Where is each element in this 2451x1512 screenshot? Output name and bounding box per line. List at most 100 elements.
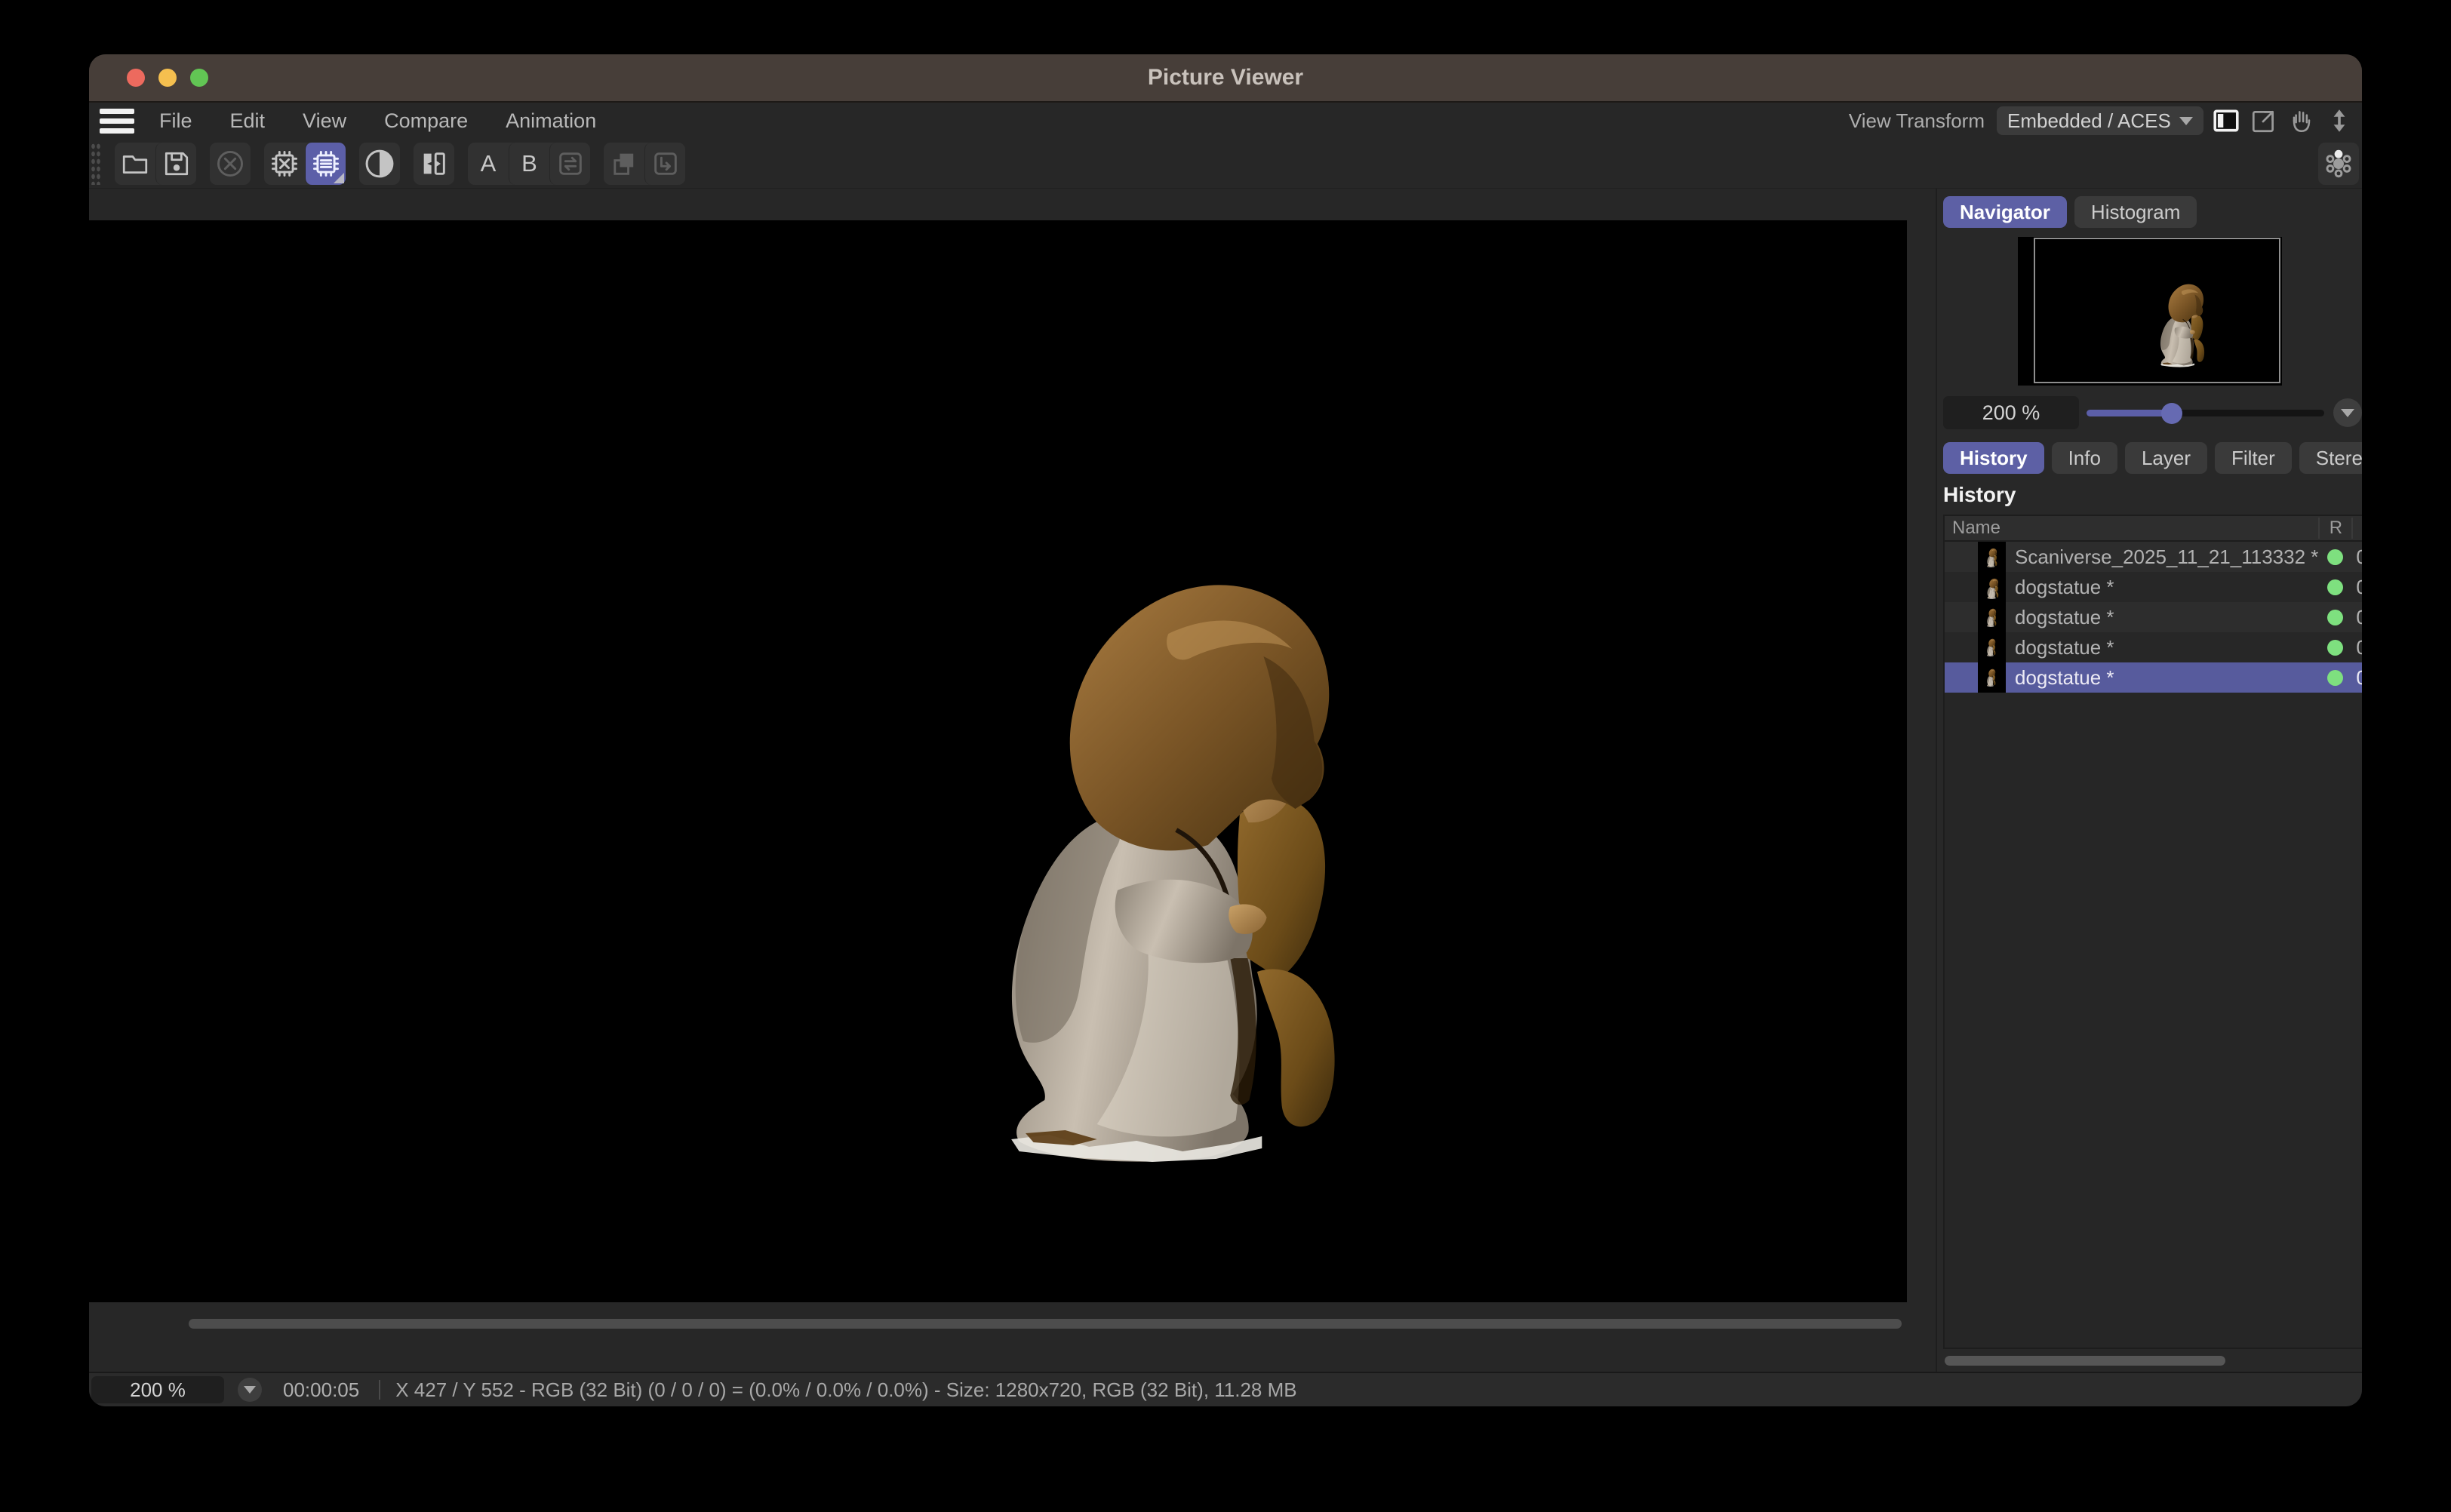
tab-layer[interactable]: Layer: [2125, 442, 2207, 474]
navigator-zoom-slider[interactable]: [2087, 396, 2324, 429]
copy-image-button[interactable]: [604, 143, 644, 185]
statusbar-zoom-field[interactable]: 200 %: [91, 1376, 224, 1403]
chevron-down-icon: [2179, 117, 2193, 125]
navigator-preview: [1943, 237, 2362, 388]
navigator-preview-bg: [2018, 237, 2282, 386]
history-row-render-time: 00:00: [2351, 666, 2362, 690]
tab-info[interactable]: Info: [2052, 442, 2117, 474]
titlebar: Picture Viewer: [89, 54, 2362, 103]
menu-bar: File Edit View Compare Animation View Tr…: [89, 103, 2362, 139]
ready-dot: [2318, 670, 2351, 686]
history-row-name: dogstatue *: [2006, 576, 2318, 599]
toolbar-grip-handle[interactable]: [91, 143, 101, 185]
maximize-window-button[interactable]: [190, 69, 208, 87]
pan-hand-icon[interactable]: [2286, 106, 2317, 136]
history-row-render-time: 00:00: [2351, 636, 2362, 659]
statue-image: [978, 566, 1351, 1169]
history-row-render-time: 00:00: [2351, 576, 2362, 599]
statue-thumbnail: [2156, 281, 2207, 368]
ready-dot: [2318, 549, 2351, 565]
history-row-thumbnail: [1978, 542, 2006, 572]
history-row[interactable]: dogstatue * 00:00: [1945, 632, 2362, 662]
right-panel: Navigator Histogram 200 % History: [1936, 189, 2362, 1372]
history-row-render-time: 00:00: [2351, 545, 2362, 569]
image-canvas[interactable]: [89, 220, 1907, 1302]
tab-navigator[interactable]: Navigator: [1943, 196, 2067, 228]
statusbar-zoom-dropdown-button[interactable]: [238, 1378, 262, 1402]
contrast-icon[interactable]: [359, 143, 400, 185]
menu-animation[interactable]: Animation: [493, 109, 609, 133]
ready-dot: [2318, 579, 2351, 595]
image-a-label: A: [481, 150, 497, 177]
tab-filter[interactable]: Filter: [2215, 442, 2292, 474]
navigator-preview-frame[interactable]: [2034, 238, 2280, 383]
statusbar-pixel-info: X 427 / Y 552 - RGB (32 Bit) (0 / 0 / 0)…: [395, 1378, 1296, 1402]
detach-window-icon[interactable]: [2249, 106, 2279, 136]
status-bar: 200 % 00:00:05 X 427 / Y 552 - RGB (32 B…: [89, 1372, 2362, 1406]
navigator-tabs: Navigator Histogram: [1943, 196, 2362, 228]
ram-player-button[interactable]: [305, 143, 346, 185]
panel-hscroll: [1943, 1349, 2362, 1372]
ready-dot: [2318, 610, 2351, 625]
menu-compare[interactable]: Compare: [371, 109, 481, 133]
hamburger-menu-icon[interactable]: [100, 109, 134, 134]
panel-tabs: History Info Layer Filter Stereo: [1943, 442, 2362, 474]
close-window-button[interactable]: [127, 69, 145, 87]
slider-handle[interactable]: [2161, 403, 2182, 424]
history-row[interactable]: dogstatue * 00:00: [1945, 602, 2362, 632]
cancel-render-button[interactable]: [210, 143, 251, 185]
toolbar: A B: [89, 139, 2362, 189]
history-row-selected[interactable]: dogstatue * 00:00: [1945, 662, 2362, 693]
history-row-name: dogstatue *: [2006, 606, 2318, 629]
navigator-zoom-field[interactable]: 200 %: [1943, 396, 2079, 429]
open-file-button[interactable]: [115, 143, 155, 185]
minimize-window-button[interactable]: [158, 69, 177, 87]
panel-toggle-icon[interactable]: [2211, 106, 2241, 136]
history-heading: History: [1943, 483, 2362, 507]
navigator-zoom-row: 200 %: [1943, 395, 2362, 430]
view-transform-value: Embedded / ACES 1: [2007, 109, 2173, 133]
fit-vertical-icon[interactable]: [2324, 106, 2354, 136]
history-row-thumbnail: [1978, 662, 2006, 693]
tab-histogram[interactable]: Histogram: [2074, 196, 2197, 228]
swap-ab-button[interactable]: [549, 143, 590, 185]
history-row-name: dogstatue *: [2006, 636, 2318, 659]
image-b-button[interactable]: B: [509, 143, 549, 185]
history-row-name: Scaniverse_2025_11_21_113332 *: [2006, 545, 2318, 569]
tab-stereo[interactable]: Stereo: [2299, 442, 2362, 474]
history-row-name: dogstatue *: [2006, 666, 2318, 690]
menu-edit[interactable]: Edit: [217, 109, 278, 133]
history-row-thumbnail: [1978, 632, 2006, 662]
history-row[interactable]: Scaniverse_2025_11_21_113332 * 00:00: [1945, 542, 2362, 572]
canvas-hscroll-thumb[interactable]: [189, 1319, 1902, 1329]
column-ready[interactable]: R: [2318, 518, 2351, 539]
history-row-thumbnail: [1978, 602, 2006, 632]
ready-dot: [2318, 640, 2351, 656]
history-row-thumbnail: [1978, 572, 2006, 602]
navigator-zoom-dropdown-button[interactable]: [2333, 398, 2362, 427]
picture-viewer-window: Picture Viewer File Edit View Compare An…: [89, 54, 2362, 1406]
save-file-button[interactable]: [155, 143, 196, 185]
canvas-hscroll: [89, 1302, 1936, 1372]
statusbar-separator: [379, 1380, 380, 1400]
image-a-button[interactable]: A: [468, 143, 509, 185]
traffic-lights: [127, 54, 208, 101]
clear-cache-icon[interactable]: [264, 143, 305, 185]
history-row[interactable]: dogstatue * 00:00: [1945, 572, 2362, 602]
export-image-button[interactable]: [644, 143, 685, 185]
view-transform-label: View Transform: [1849, 109, 1985, 133]
column-name[interactable]: Name: [1945, 518, 2318, 539]
render-settings-icon[interactable]: [2318, 143, 2359, 185]
image-b-label: B: [521, 150, 537, 177]
view-transform-dropdown[interactable]: Embedded / ACES 1: [1997, 106, 2203, 135]
canvas-area: [89, 189, 1936, 1372]
panel-hscroll-thumb[interactable]: [1945, 1356, 2225, 1366]
compare-ab-icon[interactable]: [414, 143, 454, 185]
corner-fold: [334, 173, 344, 183]
statusbar-time: 00:00:05: [283, 1378, 359, 1402]
menu-view[interactable]: View: [290, 109, 359, 133]
menu-file[interactable]: File: [146, 109, 205, 133]
tab-history[interactable]: History: [1943, 442, 2044, 474]
history-table: Name R Rende Scaniverse_2025_11_21_11333…: [1943, 515, 2362, 1349]
column-render-time[interactable]: Rende: [2351, 518, 2362, 539]
